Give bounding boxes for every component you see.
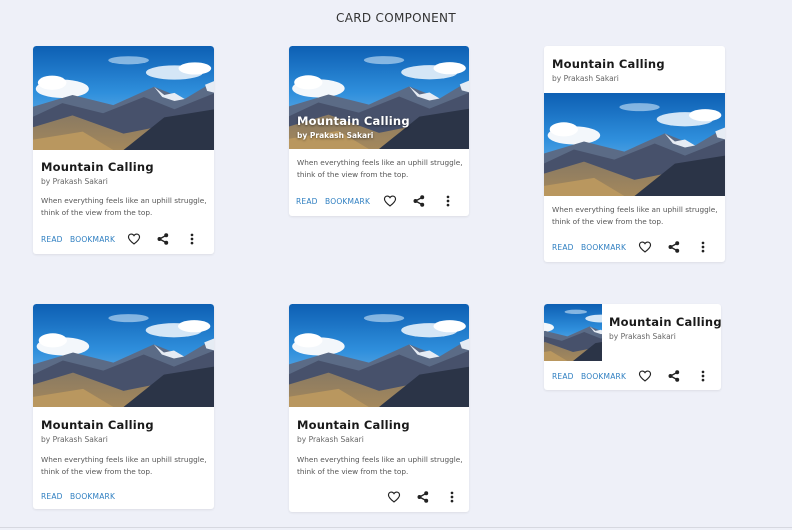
mountain-image [33,304,214,407]
card-image [544,93,725,196]
card-author: by Prakash Sakari [552,74,619,83]
card-image [33,304,214,407]
bookmark-button[interactable]: BOOKMARK [581,243,626,252]
card-actions: READ BOOKMARK [33,232,214,246]
card-author: by Prakash Sakari [41,177,108,186]
card-horizontal: Mountain Calling by Prakash Sakari READ … [544,304,721,390]
description-line: think of the view from the top. [552,216,664,226]
card-description: When everything feels like an uphill str… [552,204,718,227]
heart-icon[interactable] [638,240,652,254]
more-vertical-icon[interactable] [696,369,710,383]
card-actions: READ BOOKMARK [33,490,214,502]
share-icon[interactable] [416,490,430,504]
mountain-image [289,304,469,407]
read-button[interactable]: READ [296,197,318,206]
card-title: Mountain Calling [297,114,410,128]
heart-icon[interactable] [383,194,397,208]
bottom-divider [0,527,792,528]
card-author: by Prakash Sakari [297,435,364,444]
read-button[interactable]: READ [41,235,63,244]
card-actions: READ BOOKMARK [544,369,721,383]
card-image: Mountain Calling by Prakash Sakari [289,46,469,149]
more-vertical-icon[interactable] [445,490,459,504]
mountain-image [544,304,602,361]
share-icon[interactable] [156,232,170,246]
card-actions: READ BOOKMARK [544,240,725,254]
description-line: think of the view from the top. [297,466,409,476]
card-text-actions: Mountain Calling by Prakash Sakari When … [33,304,214,509]
card-description: When everything feels like an uphill str… [41,454,207,477]
card-header-top: Mountain Calling by Prakash Sakari When … [544,46,725,262]
description-line: When everything feels like an uphill str… [297,455,463,464]
card-author: by Prakash Sakari [609,332,676,341]
read-button[interactable]: READ [41,492,63,501]
card-description: When everything feels like an uphill str… [297,157,463,180]
heart-icon[interactable] [638,369,652,383]
description-line: When everything feels like an uphill str… [297,158,463,167]
description-line: think of the view from the top. [41,207,153,217]
mountain-image [33,46,214,150]
bookmark-button[interactable]: BOOKMARK [581,372,626,381]
card-description: When everything feels like an uphill str… [297,454,463,477]
card-author: by Prakash Sakari [41,435,108,444]
more-vertical-icon[interactable] [441,194,455,208]
heart-icon[interactable] [127,232,141,246]
card-overlay-title: Mountain Calling by Prakash Sakari When … [289,46,469,216]
heart-icon[interactable] [387,490,401,504]
card-image [289,304,469,407]
share-icon[interactable] [412,194,426,208]
card-description: When everything feels like an uphill str… [41,195,207,218]
description-line: When everything feels like an uphill str… [552,205,718,214]
share-icon[interactable] [667,240,681,254]
card-actions [289,490,469,504]
read-button[interactable]: READ [552,372,574,381]
card-overlay: Mountain Calling by Prakash Sakari [297,114,410,140]
bookmark-button[interactable]: BOOKMARK [70,492,115,501]
page-title: CARD COMPONENT [336,11,456,25]
share-icon[interactable] [667,369,681,383]
bookmark-button[interactable]: BOOKMARK [325,197,370,206]
card-author: by Prakash Sakari [297,131,374,140]
read-button[interactable]: READ [552,243,574,252]
card-title: Mountain Calling [609,315,721,329]
card-title: Mountain Calling [41,160,154,174]
bookmark-button[interactable]: BOOKMARK [70,235,115,244]
card-title: Mountain Calling [552,57,665,71]
card-icon-actions: Mountain Calling by Prakash Sakari When … [289,304,469,512]
description-line: When everything feels like an uphill str… [41,196,207,205]
description-line: think of the view from the top. [41,466,153,476]
mountain-image [544,93,725,196]
card-actions: READ BOOKMARK [289,194,469,208]
card-title: Mountain Calling [297,418,410,432]
more-vertical-icon[interactable] [696,240,710,254]
more-vertical-icon[interactable] [185,232,199,246]
description-line: think of the view from the top. [297,169,409,179]
card-title: Mountain Calling [41,418,154,432]
card-thumbnail [544,304,602,361]
card-media-top: Mountain Calling by Prakash Sakari When … [33,46,214,254]
description-line: When everything feels like an uphill str… [41,455,207,464]
card-image [33,46,214,150]
